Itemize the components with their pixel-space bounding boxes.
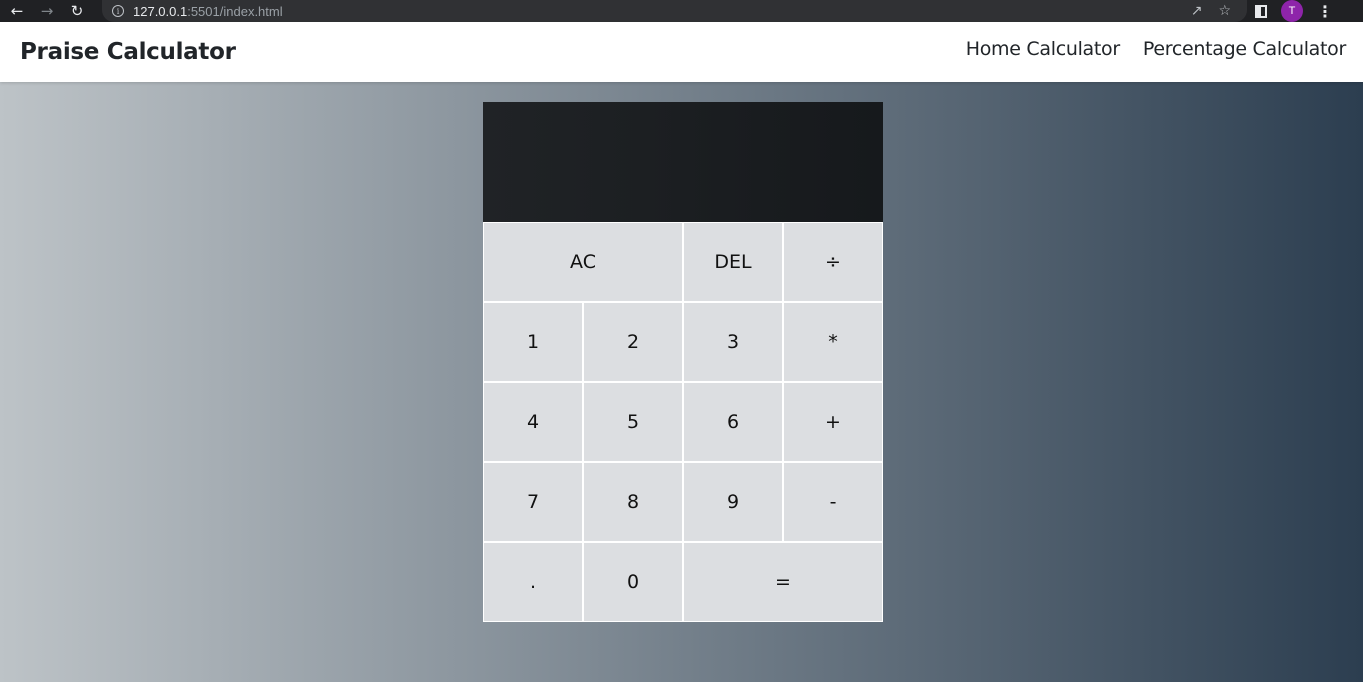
- digit-4-button[interactable]: 4: [483, 382, 583, 462]
- digit-7-button[interactable]: 7: [483, 462, 583, 542]
- browser-toolbar: ← → ↻ i 127.0.0.1 :5501/index.html ↗ ☆ T…: [0, 0, 1363, 22]
- navbar: Praise Calculator Home Calculator Percen…: [0, 22, 1363, 82]
- url-host: 127.0.0.1: [133, 3, 188, 19]
- side-panel-icon[interactable]: [1255, 4, 1267, 18]
- star-icon[interactable]: ☆: [1218, 3, 1231, 19]
- divide-button[interactable]: ÷: [783, 222, 883, 302]
- equals-button[interactable]: =: [683, 542, 883, 622]
- share-icon[interactable]: ↗: [1191, 3, 1203, 19]
- nav-link-percentage-calculator[interactable]: Percentage Calculator: [1143, 38, 1346, 60]
- digit-1-button[interactable]: 1: [483, 302, 583, 382]
- address-bar[interactable]: i 127.0.0.1 :5501/index.html ↗ ☆: [102, 0, 1247, 22]
- all-clear-button[interactable]: AC: [483, 222, 683, 302]
- delete-button[interactable]: DEL: [683, 222, 783, 302]
- digit-6-button[interactable]: 6: [683, 382, 783, 462]
- digit-5-button[interactable]: 5: [583, 382, 683, 462]
- digit-0-button[interactable]: 0: [583, 542, 683, 622]
- digit-3-button[interactable]: 3: [683, 302, 783, 382]
- site-info-icon[interactable]: i: [112, 5, 124, 17]
- decimal-point-button[interactable]: .: [483, 542, 583, 622]
- back-arrow-icon[interactable]: ←: [4, 0, 30, 22]
- multiply-button[interactable]: *: [783, 302, 883, 382]
- brand-title[interactable]: Praise Calculator: [20, 39, 236, 65]
- nav-link-home-calculator[interactable]: Home Calculator: [966, 38, 1120, 60]
- kebab-menu-icon[interactable]: ⋮: [1317, 2, 1333, 21]
- calculator-grid: AC DEL ÷ 1 2 3 * 4 5 6 + 7 8 9 - . 0 =: [483, 102, 883, 622]
- digit-2-button[interactable]: 2: [583, 302, 683, 382]
- digit-9-button[interactable]: 9: [683, 462, 783, 542]
- digit-8-button[interactable]: 8: [583, 462, 683, 542]
- minus-button[interactable]: -: [783, 462, 883, 542]
- profile-avatar[interactable]: T: [1281, 0, 1303, 22]
- reload-icon[interactable]: ↻: [64, 0, 90, 22]
- plus-button[interactable]: +: [783, 382, 883, 462]
- url-path: :5501/index.html: [187, 3, 283, 19]
- nav-links: Home Calculator Percentage Calculator: [943, 38, 1347, 60]
- forward-arrow-icon[interactable]: →: [34, 0, 60, 22]
- calculator-display: [483, 102, 883, 222]
